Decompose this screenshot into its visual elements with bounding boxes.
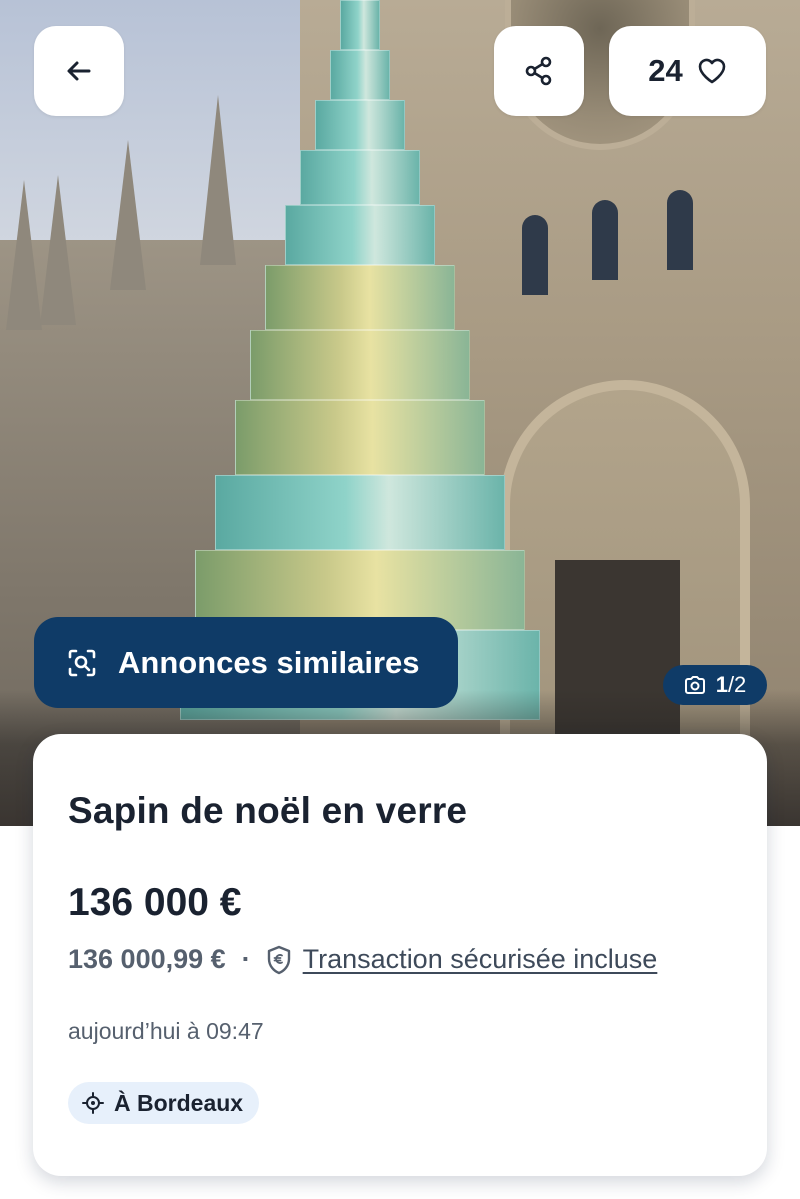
favorite-button[interactable]: 24	[609, 26, 766, 116]
photo-spire	[6, 180, 42, 330]
location-target-icon	[82, 1092, 104, 1114]
photo-counter[interactable]: 1/2	[663, 665, 767, 705]
photo-counter-text: 1/2	[715, 672, 747, 697]
favorites-count: 24	[648, 53, 683, 88]
arrow-left-icon	[63, 55, 95, 87]
search-image-icon	[66, 647, 98, 679]
listing-title: Sapin de noël en verre	[68, 790, 468, 831]
secure-price-row: 136 000,99 € · Transaction sécurisée inc…	[68, 944, 657, 975]
photo-spire	[110, 140, 146, 290]
location-text: À Bordeaux	[114, 1089, 244, 1116]
share-icon	[523, 55, 555, 87]
similar-listings-button[interactable]: Annonces similaires	[34, 617, 458, 708]
photo-spire	[40, 175, 76, 325]
photo-glass-tree	[180, 0, 540, 720]
separator-dot: ·	[241, 944, 251, 974]
camera-icon	[684, 675, 706, 695]
photo-window	[592, 200, 618, 280]
back-button[interactable]	[34, 26, 124, 116]
listing-info-card: Sapin de noël en verre 136 000 € 136 000…	[33, 734, 767, 1176]
location-badge[interactable]: À Bordeaux	[68, 1082, 260, 1124]
secure-price: 136 000,99 €	[68, 944, 226, 974]
listing-date: aujourd’hui à 09:47	[68, 1018, 264, 1044]
similar-listings-label: Annonces similaires	[118, 644, 420, 680]
heart-outline-icon	[697, 57, 727, 85]
share-button[interactable]	[494, 26, 584, 116]
listing-price: 136 000 €	[68, 881, 242, 924]
secure-transaction-link[interactable]: Transaction sécurisée incluse	[303, 944, 658, 975]
photo-window	[667, 190, 693, 270]
shield-euro-icon	[265, 945, 293, 975]
